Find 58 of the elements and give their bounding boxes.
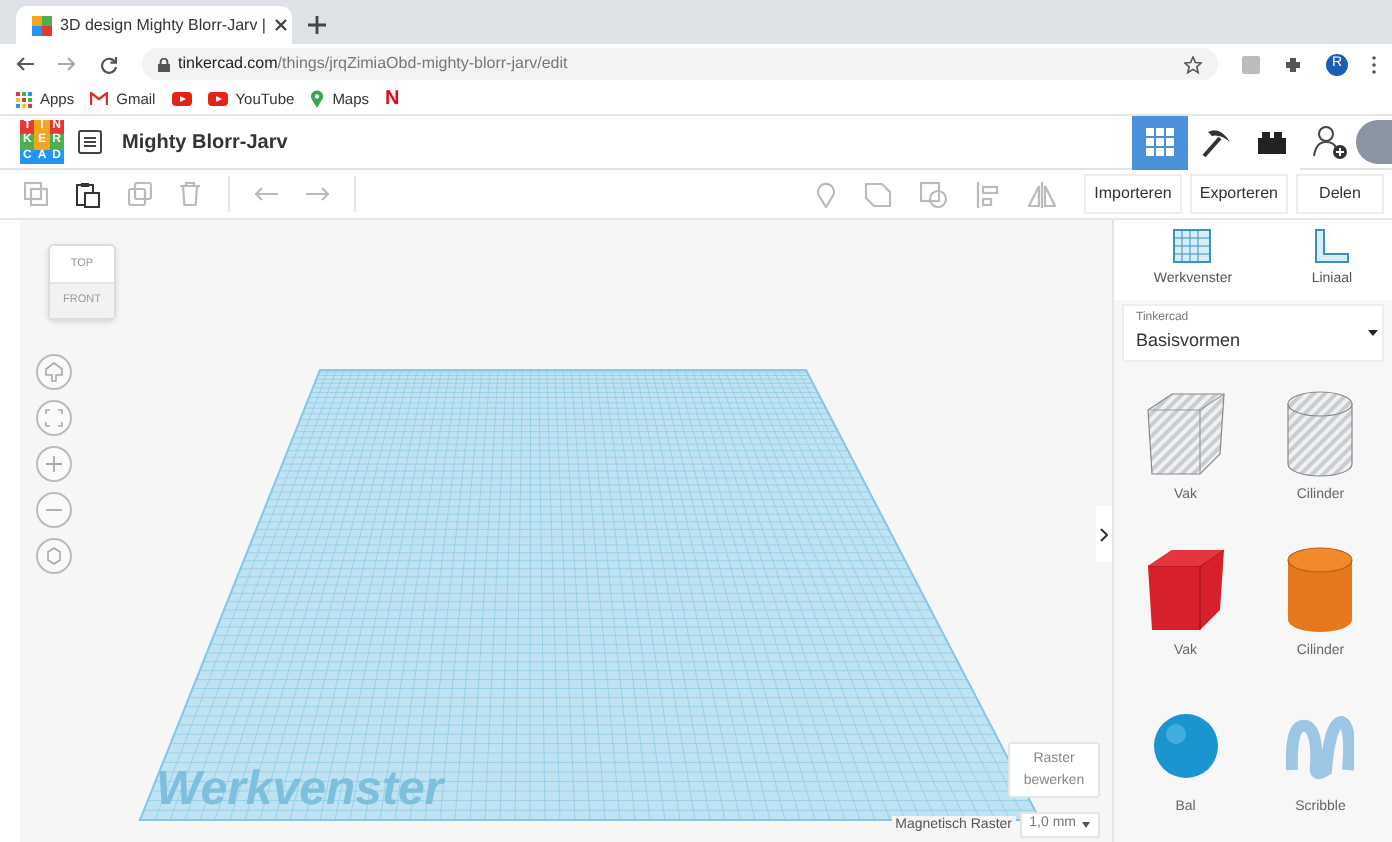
align-icon[interactable] bbox=[976, 181, 1001, 207]
workplane-label: Werkvenster bbox=[156, 766, 444, 814]
address-field[interactable]: tinkercad.com/things/jrqZimiaObd-mighty-blorr-jarv/edit bbox=[142, 48, 1218, 80]
library-value: Basisvormen bbox=[1136, 328, 1241, 355]
bricks-icon bbox=[1256, 130, 1288, 154]
cube-icon[interactable] bbox=[1143, 546, 1228, 634]
toolbar-button[interactable]: Importeren bbox=[1084, 174, 1182, 214]
favicon-icon bbox=[32, 15, 52, 35]
pickaxe-icon bbox=[1200, 126, 1232, 158]
perspective-icon[interactable] bbox=[36, 538, 72, 574]
collapse-panel-button[interactable] bbox=[1096, 506, 1112, 562]
close-icon[interactable] bbox=[274, 18, 288, 32]
zoom-out-icon[interactable] bbox=[36, 492, 72, 528]
sphere-icon[interactable] bbox=[1151, 712, 1220, 780]
lock-icon bbox=[158, 57, 170, 71]
back-icon[interactable] bbox=[16, 56, 34, 72]
puzzle-icon[interactable] bbox=[1284, 55, 1302, 73]
trash-icon[interactable] bbox=[180, 182, 200, 206]
grid-icon bbox=[1146, 128, 1174, 156]
star-icon[interactable] bbox=[1184, 55, 1202, 73]
cylinder-icon[interactable] bbox=[1286, 546, 1355, 634]
group-shape-icon[interactable] bbox=[864, 181, 893, 207]
undo-icon[interactable] bbox=[254, 186, 278, 202]
workplane-icon bbox=[1172, 228, 1213, 265]
toolbar-button[interactable]: Delen bbox=[1296, 174, 1384, 214]
design-title[interactable]: Mighty Blorr-Jarv bbox=[122, 127, 288, 157]
fit-view-icon[interactable] bbox=[36, 400, 72, 436]
zoom-in-icon[interactable] bbox=[36, 446, 72, 482]
paste-icon[interactable] bbox=[76, 181, 100, 207]
bookmark-link[interactable]: N bbox=[385, 89, 400, 109]
duplicate-icon[interactable] bbox=[128, 182, 152, 206]
grid-icon bbox=[16, 91, 32, 107]
cylinder-hole-icon[interactable] bbox=[1286, 390, 1355, 478]
caret-icon bbox=[1082, 822, 1090, 828]
ruler-icon bbox=[1313, 228, 1350, 265]
ungroup-shape-icon[interactable] bbox=[920, 181, 949, 207]
mirror-icon[interactable] bbox=[1028, 181, 1057, 207]
add-user-icon[interactable] bbox=[1312, 124, 1348, 160]
video-play-icon bbox=[207, 92, 228, 106]
caret-icon bbox=[1368, 329, 1378, 336]
copy-icon[interactable] bbox=[24, 182, 48, 206]
reload-icon[interactable] bbox=[100, 55, 118, 73]
mail-icon bbox=[90, 92, 109, 106]
pin-icon[interactable] bbox=[816, 181, 837, 207]
box-hole-icon[interactable] bbox=[1143, 390, 1228, 478]
video-play-icon[interactable] bbox=[171, 92, 192, 106]
toolbar-button[interactable]: Exporteren bbox=[1189, 174, 1288, 214]
extension-icon[interactable] bbox=[1242, 55, 1260, 73]
tab-title: 3D design Mighty Blorr-Jarv | bbox=[60, 13, 266, 37]
home-icon[interactable] bbox=[36, 354, 72, 390]
redo-icon[interactable] bbox=[306, 186, 330, 202]
forward-icon[interactable] bbox=[58, 56, 76, 72]
list-icon[interactable] bbox=[78, 130, 102, 154]
scribble-icon[interactable] bbox=[1286, 710, 1355, 782]
map-pin-icon bbox=[310, 90, 325, 108]
plus-icon[interactable] bbox=[308, 16, 326, 34]
chevron-right-icon bbox=[1100, 527, 1108, 541]
browser-tab[interactable]: 3D design Mighty Blorr-Jarv | bbox=[16, 6, 292, 44]
